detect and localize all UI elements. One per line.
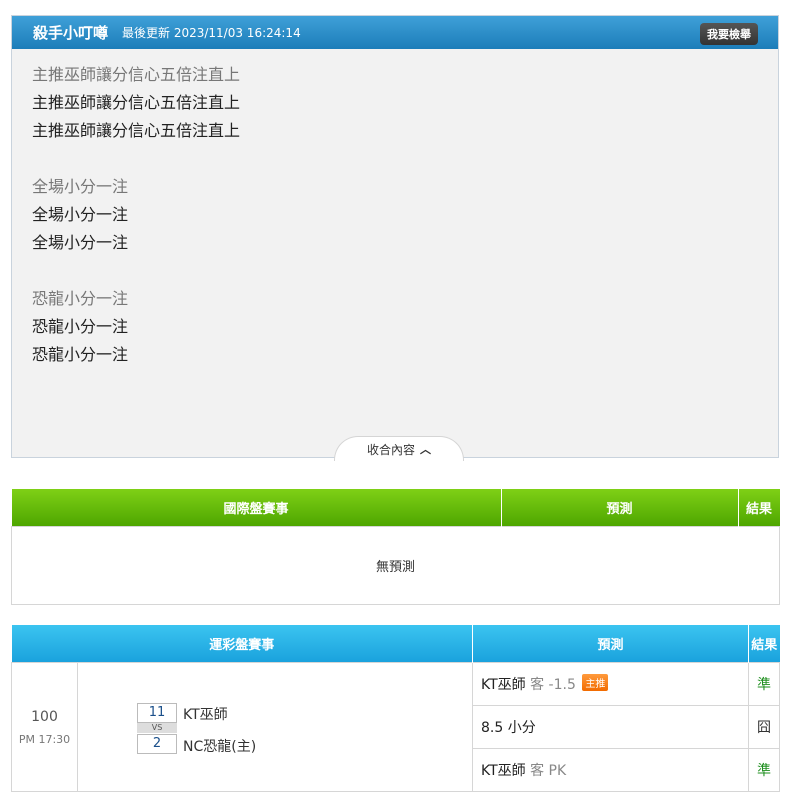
prediction-row: KT巫師 客 PK (472, 748, 749, 792)
match-time: PM 17:30 (18, 732, 71, 746)
prediction-row: 8.5 小分 (472, 705, 749, 749)
post-updated-time: 最後更新 2023/11/03 16:24:14 (122, 26, 301, 40)
intl-header-result: 結果 (738, 489, 780, 527)
prediction-row: KT巫師 客 -1.5 主推 (472, 662, 749, 706)
sports-lottery-predictions-table: 運彩盤賽事 預測 結果 100 PM 17:30 11 VS 2 KT巫師 NC… (11, 625, 780, 792)
post-header: 殺手小叮噂 最後更新 2023/11/03 16:24:14 我要檢舉 (12, 16, 778, 49)
collapse-content-button[interactable]: 收合內容 ︿ (334, 436, 464, 461)
sport-header-result: 結果 (748, 625, 780, 663)
prediction-result: 準 (748, 662, 780, 706)
collapse-label: 收合內容 (366, 442, 415, 457)
post-line: 恐龍小分一注 (32, 289, 129, 308)
prediction-main: 8.5 小分 (481, 720, 536, 736)
prediction-result: 準 (748, 748, 780, 792)
intl-empty-message: 無預測 (11, 526, 780, 605)
post-line: 恐龍小分一注 (32, 317, 129, 336)
match-info: 100 PM 17:30 (11, 662, 78, 792)
match-teams: 11 VS 2 KT巫師 NC恐龍(主) (77, 662, 473, 792)
prediction-main: KT巫師 (481, 763, 526, 779)
international-predictions-table: 國際盤賽事 預測 結果 無預測 (11, 489, 780, 605)
post-content: 主推巫師讓分信心五倍注直上 主推巫師讓分信心五倍注直上 主推巫師讓分信心五倍注直… (12, 49, 778, 369)
post-line: 全場小分一注 (32, 177, 129, 196)
intl-header-prediction: 預測 (501, 489, 739, 527)
post-line: 全場小分一注 (32, 233, 129, 252)
main-pick-badge: 主推 (582, 674, 609, 691)
away-team[interactable]: KT巫師 (183, 704, 228, 724)
post-author-title[interactable]: 殺手小叮噂 (33, 22, 108, 43)
post-line: 主推巫師讓分信心五倍注直上 (32, 121, 241, 140)
intl-header-match: 國際盤賽事 (11, 489, 502, 527)
match-number: 100 (31, 708, 58, 725)
post-panel: 殺手小叮噂 最後更新 2023/11/03 16:24:14 我要檢舉 主推巫師… (11, 15, 779, 461)
sport-header-prediction: 預測 (472, 625, 749, 663)
prediction-extra: 客 -1.5 (530, 677, 576, 693)
post-line: 恐龍小分一注 (32, 345, 129, 364)
sport-header-match: 運彩盤賽事 (11, 625, 473, 663)
post-line: 主推巫師讓分信心五倍注直上 (32, 93, 241, 112)
post-line: 全場小分一注 (32, 205, 129, 224)
home-score: 2 (137, 734, 177, 754)
prediction-main: KT巫師 (481, 677, 526, 693)
post-line: 主推巫師讓分信心五倍注直上 (32, 65, 241, 84)
report-button[interactable]: 我要檢舉 (700, 23, 758, 45)
home-team[interactable]: NC恐龍(主) (183, 736, 256, 756)
vs-label: VS (137, 723, 177, 733)
prediction-extra: 客 PK (530, 763, 567, 779)
away-score: 11 (137, 703, 177, 723)
chevron-up-icon: ︿ (420, 443, 431, 456)
prediction-result: 囧 (748, 705, 780, 749)
